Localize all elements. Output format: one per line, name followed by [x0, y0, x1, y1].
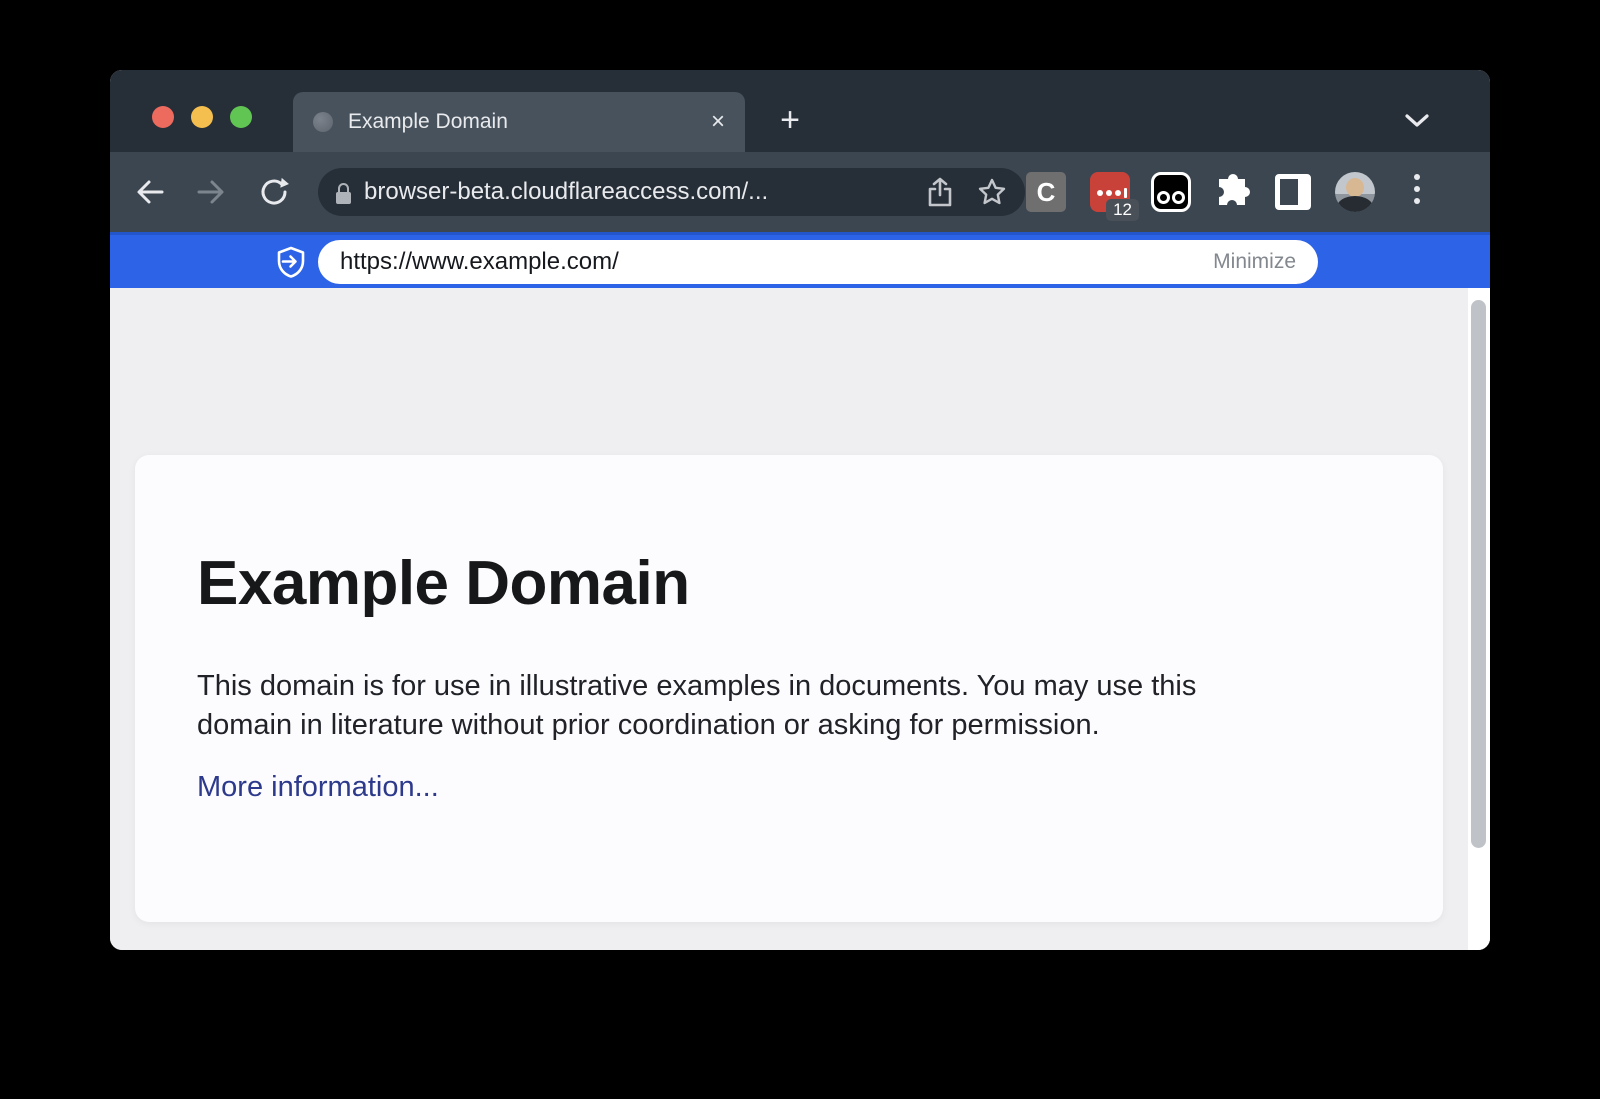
remote-browser-bar: https://www.example.com/ Minimize — [110, 232, 1490, 288]
close-window-button[interactable] — [152, 106, 174, 128]
page-title: Example Domain — [197, 548, 690, 619]
browser-window: Example Domain × + — [110, 70, 1490, 950]
scrollbar-track[interactable] — [1468, 288, 1490, 950]
browser-toolbar: browser-beta.cloudflareaccess.com/... — [110, 152, 1490, 232]
tab-close-icon[interactable]: × — [711, 110, 725, 134]
side-panel-icon[interactable] — [1275, 174, 1311, 210]
lock-icon[interactable] — [336, 183, 351, 204]
more-menu-icon[interactable] — [1414, 174, 1422, 214]
globe-favicon-icon — [313, 112, 333, 132]
avatar-face — [1346, 178, 1364, 197]
reload-icon[interactable] — [258, 176, 290, 208]
share-icon[interactable] — [927, 177, 953, 207]
extension-c-label: C — [1037, 177, 1056, 208]
minimize-bar-button[interactable]: Minimize — [1213, 250, 1296, 274]
content-card: Example Domain This domain is for use in… — [135, 455, 1443, 922]
page-paragraph: This domain is for use in illustrative e… — [197, 667, 1362, 745]
macos-traffic-lights — [152, 106, 252, 128]
paragraph-line: domain in literature without prior coord… — [197, 706, 1362, 745]
scrollbar-thumb[interactable] — [1471, 300, 1486, 848]
extension-two-circles-icon[interactable] — [1151, 172, 1191, 212]
remote-url-input[interactable]: https://www.example.com/ Minimize — [318, 240, 1318, 284]
extension-c-icon[interactable]: C — [1026, 172, 1066, 212]
password-dots-icon — [1097, 188, 1127, 198]
avatar-shoulders — [1337, 196, 1373, 212]
extension-badge: 12 — [1106, 199, 1139, 221]
extensions-puzzle-icon[interactable] — [1214, 173, 1254, 213]
tab-example-domain[interactable]: Example Domain × — [293, 92, 745, 152]
address-bar[interactable]: browser-beta.cloudflareaccess.com/... — [318, 168, 1025, 216]
address-bar-url[interactable]: browser-beta.cloudflareaccess.com/... — [364, 178, 914, 206]
minimize-window-button[interactable] — [191, 106, 213, 128]
zoom-window-button[interactable] — [230, 106, 252, 128]
profile-avatar[interactable] — [1335, 172, 1375, 212]
tab-strip: Example Domain × + — [110, 70, 1490, 152]
paragraph-line: This domain is for use in illustrative e… — [197, 667, 1362, 706]
new-tab-button[interactable]: + — [772, 103, 808, 139]
forward-icon[interactable] — [195, 176, 227, 208]
back-icon[interactable] — [134, 176, 166, 208]
chevron-down-icon[interactable] — [1403, 112, 1431, 128]
extension-password-icon[interactable]: 12 — [1090, 172, 1130, 212]
bookmark-star-icon[interactable] — [977, 177, 1007, 207]
shield-arrow-icon[interactable] — [276, 246, 306, 278]
tab-title: Example Domain — [348, 110, 696, 134]
screenshot-stage: Example Domain × + — [0, 0, 1600, 1099]
remote-url-value[interactable]: https://www.example.com/ — [340, 248, 1213, 276]
page-viewport: Example Domain This domain is for use in… — [110, 288, 1490, 950]
more-information-link[interactable]: More information... — [197, 771, 439, 804]
